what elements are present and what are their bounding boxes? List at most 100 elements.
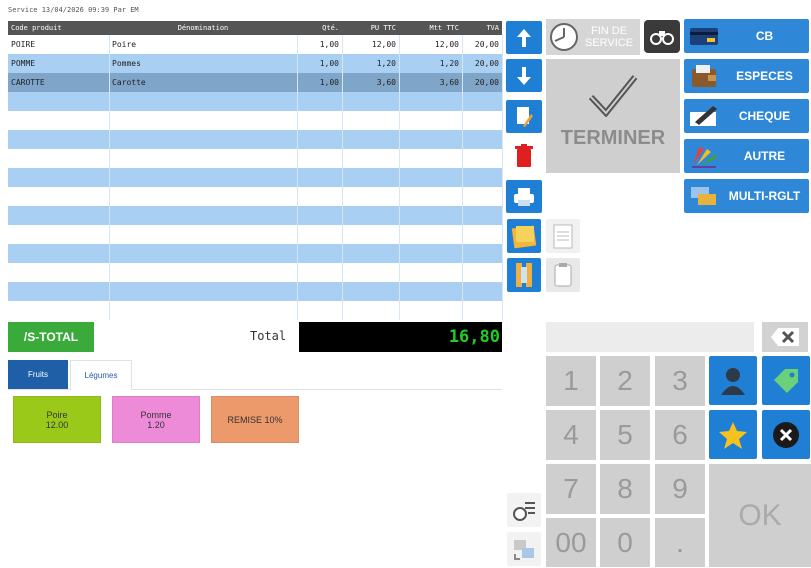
- clipboard-button[interactable]: [546, 258, 580, 292]
- column-header-label: Dénomination: [177, 24, 229, 32]
- keypad-key[interactable]: 3: [655, 356, 705, 406]
- clock-icon: [550, 23, 578, 51]
- table-cell: [297, 282, 343, 301]
- table-cell: [342, 282, 400, 301]
- payment-autre-button[interactable]: AUTRE: [684, 139, 809, 173]
- finish-button[interactable]: TERMINER: [546, 59, 680, 173]
- keypad-key[interactable]: 4: [546, 410, 596, 460]
- payment-cheque-button[interactable]: CHEQUE: [684, 99, 809, 133]
- payment-especes-button[interactable]: ESPECES: [684, 59, 809, 93]
- table-cell: [399, 206, 463, 225]
- table-cell: [342, 206, 400, 225]
- table-cell: [8, 206, 110, 225]
- delete-line-button[interactable]: [506, 139, 542, 172]
- table-cell: [462, 206, 503, 225]
- tools-icon: [516, 263, 532, 287]
- table-cell: CAROTTE: [8, 73, 110, 92]
- product-price: 12.00: [45, 419, 69, 430]
- trash-icon: [515, 143, 533, 167]
- table-cell: [399, 111, 463, 130]
- product-name: Poire: [46, 409, 68, 420]
- keypad-key[interactable]: .: [655, 518, 705, 567]
- table-cell: [8, 225, 110, 244]
- table-row[interactable]: CAROTTE Carotte 1,00 3,60 3,60 20,00: [8, 73, 503, 92]
- total-label: Total: [250, 329, 287, 343]
- table-cell: [109, 282, 298, 301]
- credit-card-icon: [688, 23, 720, 49]
- payment-multi-rglt-button[interactable]: MULTI-RGLT: [684, 179, 809, 213]
- printer-icon: [514, 187, 534, 206]
- tab-fruits[interactable]: Fruits: [8, 360, 68, 389]
- cell-text: 12,00: [434, 40, 459, 49]
- backspace-button[interactable]: [762, 322, 808, 352]
- binoculars-icon: [650, 30, 674, 45]
- keypad-key[interactable]: 1: [546, 356, 596, 406]
- product-name: REMISE 10%: [227, 414, 283, 425]
- table-cell: Poire: [109, 35, 298, 54]
- favorite-button[interactable]: [709, 410, 757, 459]
- keypad-key[interactable]: 9: [655, 464, 705, 514]
- table-cell: [342, 149, 400, 168]
- payment-label: MULTI-RGLT: [728, 189, 801, 203]
- column-header: Qté.: [297, 21, 342, 35]
- edit-document-icon: [517, 106, 533, 127]
- notes-button[interactable]: [507, 219, 541, 253]
- edit-line-button[interactable]: [506, 100, 542, 133]
- empty-row: [8, 187, 503, 206]
- table-cell: 1,20: [399, 54, 463, 73]
- keypad-key[interactable]: 00: [546, 518, 596, 567]
- keypad-key[interactable]: 8: [600, 464, 650, 514]
- tag-button[interactable]: [762, 356, 810, 405]
- cancel-button[interactable]: [762, 410, 810, 459]
- transfer-button[interactable]: [507, 532, 541, 566]
- table-cell: [462, 301, 503, 320]
- ticket-notes-button[interactable]: [546, 219, 580, 253]
- keypad-key[interactable]: 0: [600, 518, 650, 567]
- table-cell: [297, 168, 343, 187]
- column-header: PU TTC: [342, 21, 399, 35]
- subtotal-button[interactable]: /S-TOTAL: [8, 322, 94, 352]
- end-of-service-button[interactable]: FIN DE SERVICE: [546, 19, 640, 55]
- binoculars-button[interactable]: [644, 20, 680, 53]
- history-button[interactable]: [507, 493, 541, 527]
- customer-button[interactable]: [709, 356, 757, 405]
- cell-text: Carotte: [112, 78, 146, 87]
- empty-row: [8, 168, 503, 187]
- table-row[interactable]: POIRE Poire 1,00 12,00 12,00 20,00: [8, 35, 503, 54]
- table-cell: 20,00: [462, 35, 503, 54]
- clipboard-icon: [554, 263, 572, 287]
- product-button[interactable]: Poire 12.00: [13, 396, 101, 443]
- table-cell: [8, 301, 110, 320]
- keypad-key[interactable]: 6: [655, 410, 705, 460]
- cancel-circle-icon: [773, 421, 799, 448]
- table-cell: [399, 244, 463, 263]
- table-cell: [462, 92, 503, 111]
- table-cell: 12,00: [342, 35, 400, 54]
- table-cell: Pommes: [109, 54, 298, 73]
- move-up-button[interactable]: [506, 21, 542, 54]
- empty-row: [8, 244, 503, 263]
- sticky-notes-icon: [511, 225, 537, 249]
- table-cell: [342, 225, 400, 244]
- table-cell: [297, 92, 343, 111]
- cheque-pen-icon: [688, 103, 720, 129]
- table-cell: [342, 92, 400, 111]
- print-button[interactable]: [506, 180, 542, 213]
- move-down-button[interactable]: [506, 59, 542, 92]
- payment-cb-button[interactable]: CB: [684, 19, 809, 53]
- cell-text: 20,00: [474, 59, 499, 68]
- table-cell: [399, 187, 463, 206]
- product-button[interactable]: Pomme 1.20: [112, 396, 200, 443]
- drawer-button[interactable]: [507, 258, 541, 292]
- table-cell: [399, 149, 463, 168]
- empty-row: [8, 111, 503, 130]
- table-row[interactable]: POMME Pommes 1,00 1,20 1,20 20,00: [8, 54, 503, 73]
- tab-legumes[interactable]: Légumes: [70, 360, 132, 390]
- ok-button[interactable]: OK: [709, 464, 811, 567]
- product-button[interactable]: REMISE 10%: [211, 396, 299, 443]
- keypad-key[interactable]: 5: [600, 410, 650, 460]
- keypad-key[interactable]: 7: [546, 464, 596, 514]
- keypad-key[interactable]: 2: [600, 356, 650, 406]
- keypad-input[interactable]: [546, 322, 754, 352]
- table-cell: [109, 111, 298, 130]
